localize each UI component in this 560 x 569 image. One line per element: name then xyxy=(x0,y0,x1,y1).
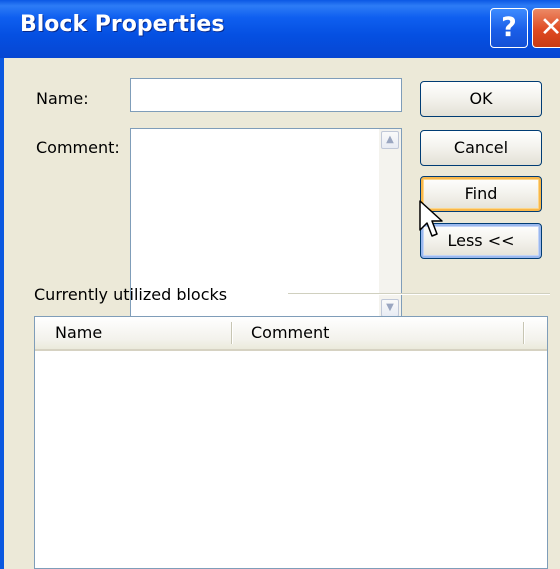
window-title: Block Properties xyxy=(20,12,225,37)
mouse-pointer-icon xyxy=(419,200,443,237)
name-input[interactable] xyxy=(130,78,402,112)
help-icon: ? xyxy=(501,12,517,43)
group-divider xyxy=(288,293,550,295)
group-label: Currently utilized blocks xyxy=(34,285,228,304)
column-header-comment[interactable]: Comment xyxy=(251,317,329,349)
chevron-up-icon[interactable]: ▲ xyxy=(381,131,399,149)
name-label: Name: xyxy=(36,89,89,108)
column-header-name[interactable]: Name xyxy=(55,317,102,349)
column-separator[interactable] xyxy=(523,322,525,344)
cancel-button[interactable]: Cancel xyxy=(420,130,542,166)
column-separator[interactable] xyxy=(231,322,233,344)
title-bar[interactable]: Block Properties ? ✕ xyxy=(0,0,560,58)
help-button[interactable]: ? xyxy=(490,8,528,48)
list-header: Name Comment xyxy=(35,317,547,351)
dialog-body: Name: Comment: ▲ ▼ OK Cancel Find Less <… xyxy=(4,58,560,569)
close-icon: ✕ xyxy=(539,12,560,43)
chevron-down-icon[interactable]: ▼ xyxy=(381,299,399,317)
comment-scrollbar[interactable]: ▲ ▼ xyxy=(379,129,401,319)
comment-label: Comment: xyxy=(36,138,120,157)
close-button[interactable]: ✕ xyxy=(532,8,560,48)
blocks-list[interactable]: Name Comment xyxy=(34,316,548,569)
block-properties-dialog: Block Properties ? ✕ Name: Comment: ▲ ▼ … xyxy=(0,0,560,569)
ok-button[interactable]: OK xyxy=(420,81,542,117)
